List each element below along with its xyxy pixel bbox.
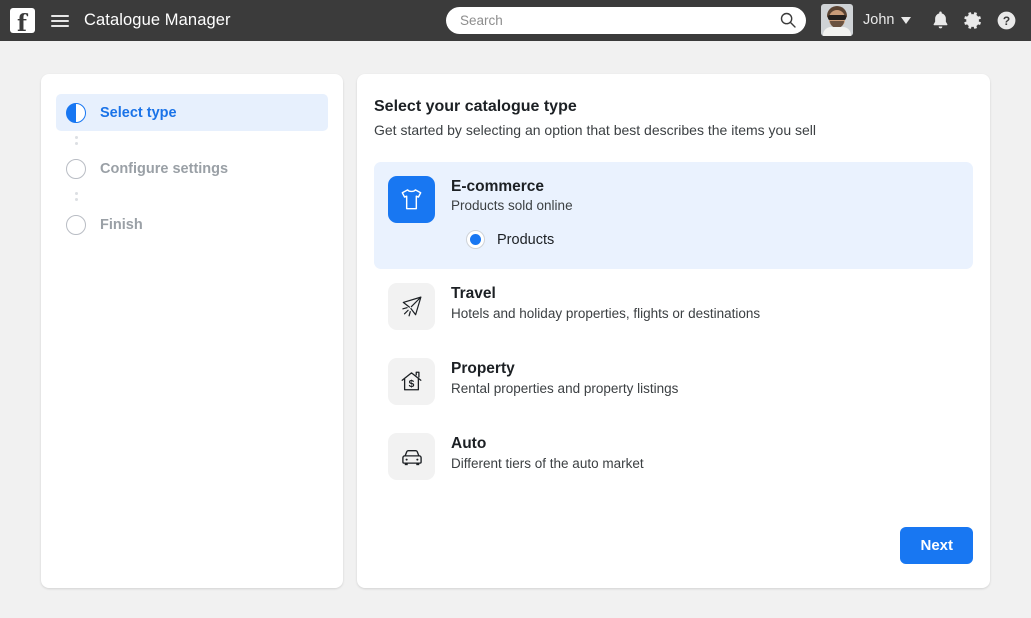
sidebar-step-configure-settings[interactable]: Configure settings: [56, 150, 328, 187]
step-empty-circle-icon: [66, 158, 86, 179]
option-description: Different tiers of the auto market: [451, 455, 644, 471]
catalogue-type-options: E-commerce Products sold online Products…: [374, 162, 973, 494]
settings-gear-icon[interactable]: [961, 9, 984, 32]
app-title: Catalogue Manager: [84, 11, 231, 29]
app-window: f Catalogue Manager John: [0, 0, 1031, 618]
option-icon-tile: [388, 176, 435, 223]
search-box[interactable]: [446, 7, 806, 34]
sidebar-step-select-type[interactable]: Select type: [56, 94, 328, 131]
user-name: John: [863, 12, 895, 28]
page-title: Select your catalogue type: [374, 98, 577, 115]
radio-label: Products: [497, 231, 555, 248]
hamburger-menu-icon[interactable]: [51, 12, 69, 30]
radio-button[interactable]: [466, 230, 485, 250]
svg-text:?: ?: [1003, 14, 1010, 28]
option-title: Property: [451, 360, 515, 378]
help-question-icon[interactable]: ?: [995, 9, 1018, 32]
search-input[interactable]: [458, 12, 758, 29]
airplane-icon: [402, 296, 422, 317]
svg-text:$: $: [409, 379, 415, 390]
chevron-down-icon[interactable]: [901, 16, 912, 24]
option-body: Auto Different tiers of the auto market: [451, 433, 644, 470]
option-travel[interactable]: Travel Hotels and holiday properties, fl…: [374, 269, 973, 344]
facebook-logo-letter: f: [17, 10, 27, 33]
search-icon[interactable]: [780, 12, 796, 28]
option-body: Property Rental properties and property …: [451, 358, 678, 395]
option-description: Products sold online: [451, 198, 573, 214]
radio-option-products[interactable]: Products: [466, 230, 573, 250]
option-icon-tile: [388, 433, 435, 481]
option-description: Hotels and holiday properties, flights o…: [451, 305, 761, 321]
notifications-bell-icon[interactable]: [929, 9, 952, 32]
option-auto[interactable]: Auto Different tiers of the auto market: [374, 419, 973, 494]
car-icon: [401, 449, 422, 466]
page-subtitle: Get started by selecting an option that …: [374, 122, 817, 138]
catalogue-type-panel: Select your catalogue type Get started b…: [357, 74, 990, 588]
option-icon-tile: [388, 283, 435, 331]
option-body: Travel Hotels and holiday properties, fl…: [451, 283, 760, 320]
top-navigation-bar: f Catalogue Manager John: [0, 0, 1031, 41]
tshirt-icon: [401, 189, 422, 210]
wizard-steps-panel: Select type Configure settings Finish: [41, 74, 343, 588]
user-menu[interactable]: John: [821, 4, 912, 36]
option-description: Rental properties and property listings: [451, 380, 679, 396]
option-title: Travel: [451, 285, 496, 303]
step-empty-circle-icon: [66, 214, 86, 235]
option-icon-tile: $: [388, 358, 435, 406]
option-body: E-commerce Products sold online Products: [451, 176, 573, 250]
sidebar-step-finish[interactable]: Finish: [56, 206, 328, 243]
option-property[interactable]: $ Property Rental properties and propert…: [374, 344, 973, 419]
option-e-commerce[interactable]: E-commerce Products sold online Products: [374, 162, 973, 270]
option-title: E-commerce: [451, 178, 545, 195]
facebook-logo[interactable]: f: [10, 8, 35, 33]
step-half-circle-icon: [66, 102, 86, 123]
sidebar-step-label: Select type: [100, 104, 177, 121]
house-dollar-icon: $: [401, 371, 422, 391]
avatar: [821, 4, 853, 36]
step-connector: [75, 187, 78, 206]
option-title: Auto: [451, 435, 487, 453]
sidebar-step-label: Configure settings: [100, 160, 229, 177]
step-connector: [75, 131, 78, 150]
sidebar-step-label: Finish: [100, 216, 143, 233]
next-button[interactable]: Next: [900, 527, 973, 564]
